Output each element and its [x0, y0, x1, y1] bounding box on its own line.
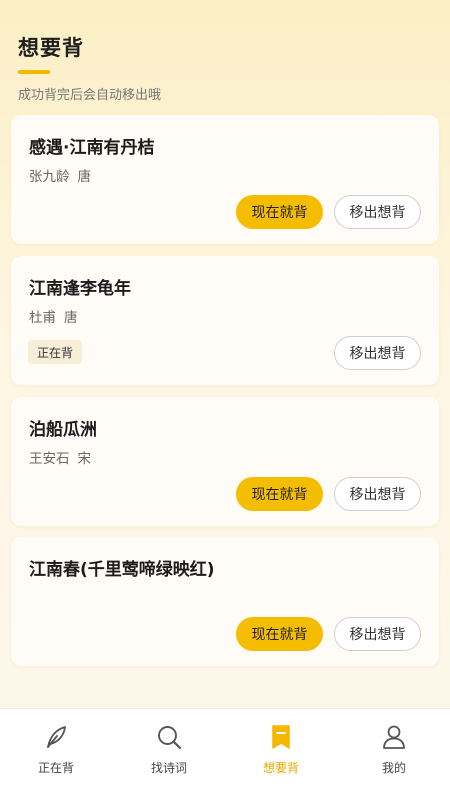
remove-button[interactable]: 移出想背 — [334, 336, 421, 370]
poem-author: 张九龄 — [29, 169, 70, 185]
tab-label: 我的 — [381, 761, 406, 775]
poem-title: 江南春(千里莺啼绿映红) — [29, 560, 215, 580]
remove-button[interactable]: 移出想背 — [334, 617, 421, 651]
tab-label: 正在背 — [37, 761, 74, 775]
search-icon — [158, 726, 182, 750]
user-icon — [383, 725, 405, 749]
feather-icon — [47, 726, 66, 748]
poem-card[interactable]: 感遇·江南有丹桔 张九龄唐 现在就背 移出想背 — [11, 115, 439, 244]
recite-now-button[interactable]: 现在就背 — [236, 195, 323, 229]
poem-dynasty: 宋 — [77, 451, 92, 467]
poem-title: 感遇·江南有丹桔 — [29, 138, 155, 158]
poem-author: 杜甫 — [29, 310, 56, 326]
page-subtitle: 成功背完后会自动移出哦 — [18, 88, 162, 103]
poem-dynasty: 唐 — [77, 169, 92, 185]
tab-bar: 正在背 找诗词 想要背 我的 — [0, 708, 450, 800]
tab-profile[interactable]: 我的 — [349, 723, 439, 776]
poem-meta: 王安石宋 — [29, 447, 91, 467]
poem-author: 王安石 — [29, 451, 70, 467]
poem-title: 泊船瓜洲 — [29, 420, 97, 440]
recite-now-button[interactable]: 现在就背 — [236, 617, 323, 651]
bookmark-icon — [272, 725, 290, 749]
poem-card[interactable]: 泊船瓜洲 王安石宋 现在就背 移出想背 — [11, 397, 439, 526]
tab-label: 找诗词 — [150, 761, 187, 775]
remove-button[interactable]: 移出想背 — [334, 477, 421, 511]
tab-search[interactable]: 找诗词 — [124, 723, 214, 776]
title-underline — [18, 70, 50, 74]
poem-card[interactable]: 江南逢李龟年 杜甫唐 正在背 移出想背 — [11, 256, 439, 385]
header: 想要背 — [18, 32, 84, 74]
poem-dynasty: 唐 — [64, 310, 78, 326]
poem-card[interactable]: 江南春(千里莺啼绿映红) 现在就背 移出想背 — [11, 537, 439, 666]
poem-meta: 杜甫唐 — [29, 306, 78, 326]
page-title: 想要背 — [18, 36, 84, 60]
recite-now-button[interactable]: 现在就背 — [236, 477, 323, 511]
tab-label: 想要背 — [262, 761, 299, 775]
remove-button[interactable]: 移出想背 — [334, 195, 421, 229]
tab-reciting[interactable]: 正在背 — [11, 723, 101, 776]
status-badge: 正在背 — [28, 340, 83, 364]
poem-meta: 张九龄唐 — [29, 165, 91, 185]
poem-title: 江南逢李龟年 — [29, 279, 131, 299]
tab-wishlist[interactable]: 想要背 — [236, 723, 326, 776]
